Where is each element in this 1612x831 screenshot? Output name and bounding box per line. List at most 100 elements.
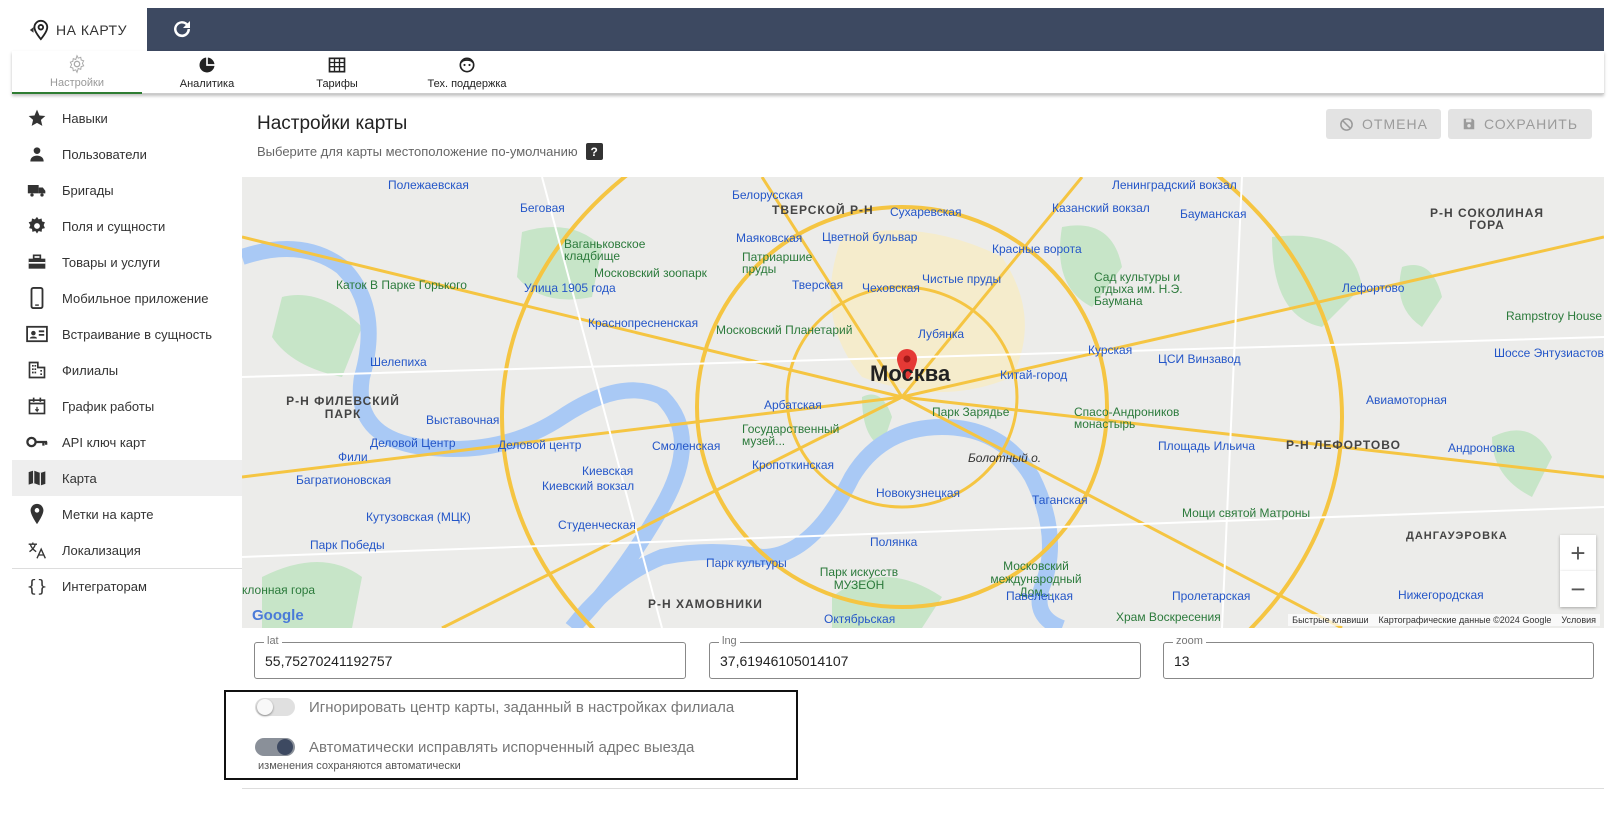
map-label: Парк искусств МУЗЕОН (819, 565, 899, 592)
map-label: Лефортово (1342, 281, 1405, 295)
zoom-field[interactable]: zoom (1163, 635, 1594, 679)
sidebar-item-label: Локализация (62, 542, 141, 558)
page-subtitle: Выберите для карты местоположение по-умо… (257, 143, 603, 160)
translate-icon (26, 539, 48, 561)
ignore-center-toggle[interactable] (255, 698, 295, 716)
map-label: Пролетарская (1172, 589, 1251, 603)
zoom-in-button[interactable]: + (1560, 535, 1596, 571)
map-label: Маяковская (736, 231, 803, 245)
sidebar-item-markers[interactable]: Метки на карте (12, 496, 242, 532)
sidebar-item-mobile[interactable]: Мобильное приложение (12, 280, 242, 316)
map-label: Беговая (520, 201, 565, 215)
sidebar-item-label: Карта (62, 470, 97, 486)
sidebar-item-api-key[interactable]: API ключ карт (12, 424, 242, 460)
pie-chart-icon (199, 57, 215, 73)
map-label: Rampstroy House (1506, 309, 1603, 323)
zoom-out-button[interactable]: − (1560, 571, 1596, 607)
table-icon (328, 57, 346, 73)
toggle-knob (257, 699, 273, 715)
sidebar-item-map[interactable]: Карта (12, 460, 242, 496)
calendar-icon (26, 395, 48, 417)
map-label: Сухаревская (890, 205, 962, 219)
braces-icon: {} (26, 576, 48, 597)
map-label: Фили (338, 450, 368, 464)
map-label: Чеховская (862, 281, 920, 295)
cancel-label: ОТМЕНА (1362, 116, 1428, 132)
gear-icon (69, 54, 85, 74)
map-label: Кутузовская (МЦК) (366, 510, 471, 524)
reload-icon[interactable] (170, 17, 194, 41)
map-label: Парк Победы (310, 538, 385, 552)
sidebar-item-embed[interactable]: Встраивание в сущность (12, 316, 242, 352)
sidebar-item-label: Товары и услуги (62, 254, 161, 270)
shortcuts-link[interactable]: Быстрые клавиши (1292, 615, 1368, 625)
map-label: Шоссе Энтузиастов (1494, 346, 1604, 360)
sidebar-item-schedule[interactable]: График работы (12, 388, 242, 424)
sidebar-item-label: Интеграторам (62, 579, 147, 594)
save-label: СОХРАНИТЬ (1483, 116, 1579, 132)
lng-input[interactable] (710, 643, 1140, 678)
map-label: ТВЕРСКОЙ Р-Н (772, 203, 874, 217)
sidebar-item-skills[interactable]: Навыки (12, 100, 242, 136)
tab-support[interactable]: Тех. поддержка (402, 51, 532, 94)
map-view[interactable]: ТВЕРСКОЙ Р-Н Р-Н СОКОЛИНАЯ ГОРА Р-Н ФИЛЕ… (242, 177, 1604, 628)
back-to-map-button[interactable]: НА КАРТУ (12, 8, 147, 51)
sidebar-item-label: Бригады (62, 182, 114, 198)
map-label: Деловой Центр (370, 436, 456, 450)
sidebar-item-label: Метки на карте (62, 506, 154, 522)
sidebar-item-label: Навыки (62, 110, 108, 126)
sidebar-item-integrators[interactable]: {} Интеграторам (12, 568, 242, 604)
tab-analytics[interactable]: Аналитика (142, 51, 272, 94)
map-label: Кропоткинская (752, 458, 835, 472)
map-pin-icon (29, 19, 49, 41)
cancel-icon (1340, 117, 1353, 131)
sidebar-item-fields[interactable]: Поля и сущности (12, 208, 242, 244)
auto-fix-toggle[interactable] (255, 738, 295, 756)
map-label: Р-Н ФИЛЕВСКИЙ ПАРК (286, 394, 400, 421)
settings-tabs: Настройки Аналитика Тарифы Тех. поддержк… (12, 51, 1604, 94)
floppy-icon (1463, 118, 1475, 130)
map-label: Багратионовская (296, 473, 392, 487)
autosave-note: изменения сохраняются автоматически (258, 760, 461, 772)
user-icon (26, 143, 48, 165)
tab-tariffs[interactable]: Тарифы (272, 51, 402, 94)
ignore-center-option[interactable]: Игнорировать центр карты, заданный в нас… (255, 698, 734, 716)
sidebar-item-brigades[interactable]: Бригады (12, 172, 242, 208)
map-label: Патриаршие пруды (742, 250, 813, 276)
sidebar-item-localization[interactable]: Локализация (12, 532, 242, 568)
map-data-credit: Картографические данные ©2024 Google (1378, 615, 1552, 625)
cancel-button[interactable]: ОТМЕНА (1326, 109, 1441, 139)
lat-field[interactable]: lat (254, 635, 686, 679)
id-card-icon (26, 323, 48, 345)
toolbox-icon (26, 251, 48, 273)
map-label: Площадь Ильича (1158, 439, 1256, 453)
map-label: Тверская (792, 278, 844, 292)
zoom-input[interactable] (1164, 643, 1593, 678)
lat-input[interactable] (255, 643, 685, 678)
map-label: Р-Н ЛЕФОРТОВО (1286, 438, 1401, 452)
map-label: ДАНГАУЭРОВКА (1406, 530, 1508, 542)
map-label: Храм Воскресения (1116, 610, 1221, 624)
map-label: Красные ворота (992, 242, 1082, 256)
sidebar-item-branches[interactable]: Филиалы (12, 352, 242, 388)
terms-link[interactable]: Условия (1561, 615, 1596, 625)
map-label: ЦСИ Винзавод (1158, 352, 1241, 366)
sidebar-item-goods[interactable]: Товары и услуги (12, 244, 242, 280)
sidebar-item-label: Филиалы (62, 362, 119, 378)
map-label: Сад культуры и отдыха им. Н.Э. Баумана (1094, 270, 1183, 308)
map-label: Бауманская (1180, 207, 1247, 221)
tab-settings[interactable]: Настройки (12, 51, 142, 94)
map-label: Таганская (1032, 493, 1088, 507)
map-label: Парк культуры (706, 556, 787, 570)
save-button[interactable]: СОХРАНИТЬ (1448, 109, 1592, 139)
auto-fix-option[interactable]: Автоматически исправлять испорченный адр… (255, 738, 694, 756)
help-icon[interactable]: ? (585, 143, 603, 160)
sidebar-item-users[interactable]: Пользователи (12, 136, 242, 172)
page-title: Настройки карты (257, 113, 408, 134)
pin-icon (26, 503, 48, 525)
gear-icon (26, 215, 48, 237)
map-label: Октябрьская (824, 612, 896, 626)
support-face-icon (459, 57, 475, 73)
lng-field[interactable]: lng (709, 635, 1141, 679)
map-label: Андроновка (1448, 441, 1515, 455)
